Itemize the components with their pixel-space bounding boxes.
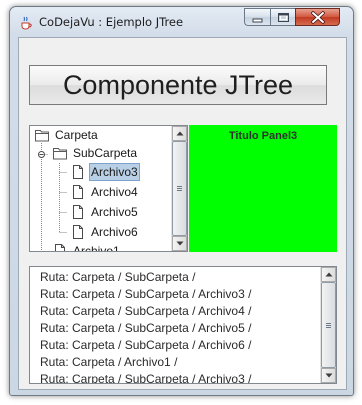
- path-line: Ruta: Carpeta / SubCarpeta / Archivo3 /: [40, 372, 252, 384]
- tree-node-label: Archivo3: [89, 163, 140, 181]
- minimize-icon: [252, 18, 263, 23]
- app-window: CoDejaVu : Ejemplo JTree Componente JTre…: [9, 6, 354, 396]
- scroll-down-button[interactable]: [321, 368, 336, 383]
- content-pane: Componente JTree Carpeta SubCarpeta Arch…: [18, 37, 347, 390]
- path-line: Ruta: Carpeta / SubCarpeta / Archivo5 /: [40, 321, 252, 335]
- folder-open-icon: [35, 130, 49, 142]
- panel3: Titulo Panel3: [189, 125, 337, 252]
- java-cup-icon[interactable]: [19, 16, 33, 30]
- close-button[interactable]: [295, 8, 340, 26]
- window-title: CoDejaVu : Ejemplo JTree: [39, 15, 184, 29]
- jtree-panel[interactable]: Carpeta SubCarpeta Archivo3 Archivo4 Arc…: [29, 125, 188, 252]
- panel3-title: Titulo Panel3: [228, 130, 298, 142]
- arrow-up-icon: [325, 272, 333, 277]
- tree-node-archivo6[interactable]: Archivo6: [70, 223, 140, 241]
- tree-node-archivo1[interactable]: Archivo1: [52, 242, 122, 252]
- folder-open-icon: [53, 148, 67, 160]
- scroll-up-button[interactable]: [172, 126, 187, 141]
- arrow-up-icon: [176, 131, 184, 136]
- tree-node-carpeta[interactable]: Carpeta: [34, 126, 100, 144]
- path-line: Ruta: Carpeta / SubCarpeta / Archivo3 /: [40, 287, 252, 301]
- tree-node-archivo4[interactable]: Archivo4: [70, 183, 140, 201]
- close-icon: [311, 11, 325, 24]
- tree-node-label: Carpeta: [55, 128, 98, 142]
- scroll-down-button[interactable]: [172, 236, 187, 251]
- tree-node-archivo5[interactable]: Archivo5: [70, 203, 140, 221]
- path-line: Ruta: Carpeta / SubCarpeta / Archivo6 /: [40, 338, 252, 352]
- file-icon: [73, 165, 83, 179]
- file-icon: [73, 225, 83, 239]
- scroll-thumb[interactable]: [321, 282, 336, 368]
- maximize-icon: [278, 13, 289, 22]
- arrow-down-icon: [325, 373, 333, 378]
- tree-node-label: SubCarpeta: [73, 146, 138, 160]
- tree-node-label: Archivo6: [91, 225, 138, 239]
- paths-text-area[interactable]: Ruta: Carpeta / SubCarpeta / Ruta: Carpe…: [29, 266, 337, 384]
- text-scrollbar[interactable]: [320, 267, 336, 383]
- title-bar[interactable]: CoDejaVu : Ejemplo JTree: [10, 7, 353, 37]
- tree-scrollbar[interactable]: [171, 126, 187, 251]
- file-icon: [55, 244, 65, 251]
- tree-node-label: Archivo5: [91, 205, 138, 219]
- arrow-down-icon: [176, 241, 184, 246]
- tree-node-label: Archivo1: [73, 244, 120, 252]
- file-icon: [73, 185, 83, 199]
- scroll-up-button[interactable]: [321, 267, 336, 282]
- path-line: Ruta: Carpeta / Archivo1 /: [40, 355, 178, 369]
- maximize-button[interactable]: [270, 8, 295, 26]
- scroll-thumb[interactable]: [172, 141, 187, 236]
- componente-jtree-button[interactable]: Componente JTree: [29, 65, 327, 105]
- expand-handle-icon[interactable]: [37, 150, 47, 160]
- tree-node-subcarpeta[interactable]: SubCarpeta: [52, 144, 139, 162]
- path-line: Ruta: Carpeta / SubCarpeta / Archivo4 /: [40, 304, 252, 318]
- tree-node-archivo3[interactable]: Archivo3: [70, 163, 140, 181]
- path-line: Ruta: Carpeta / SubCarpeta /: [40, 270, 196, 284]
- minimize-button[interactable]: [244, 8, 270, 26]
- file-icon: [73, 205, 83, 219]
- tree-node-label: Archivo4: [91, 185, 138, 199]
